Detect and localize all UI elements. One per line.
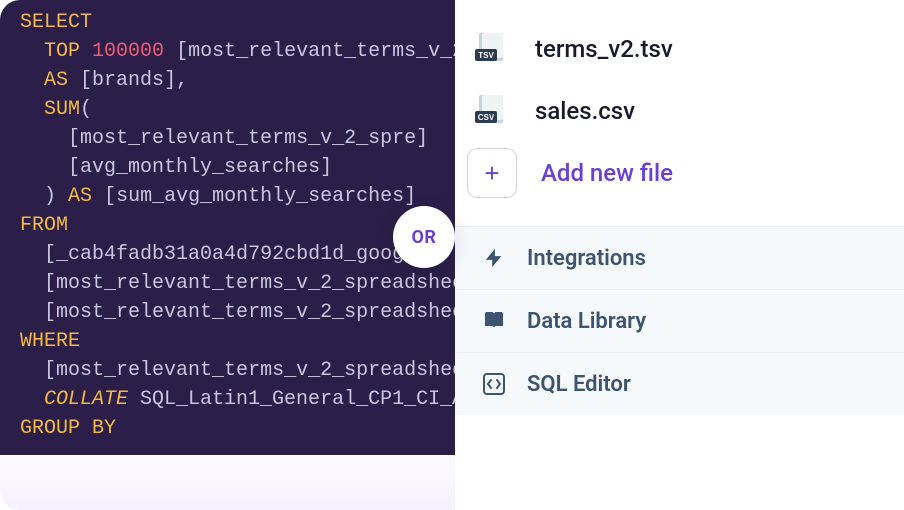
code-line: [avg_monthly_searches] (20, 153, 455, 182)
svg-text:CSV: CSV (478, 113, 495, 122)
nav-item-data-library[interactable]: Data Library (455, 290, 904, 353)
sql-editor-panel[interactable]: SELECT TOP 100000 [most_relevant_terms_v… (0, 0, 455, 455)
tsv-file-icon: TSV (475, 31, 511, 67)
code-line: FROM (20, 211, 455, 240)
code-line: WHERE (20, 327, 455, 356)
code-icon (481, 371, 507, 397)
nav-label: Integrations (527, 246, 646, 271)
nav-item-integrations[interactable]: Integrations (455, 227, 904, 290)
code-line: [most_relevant_terms_v_2_spreadsheet] (20, 298, 455, 327)
file-row[interactable]: TSV terms_v2.tsv (475, 18, 884, 80)
add-file-label: Add new file (541, 159, 673, 187)
code-line: [most_relevant_terms_v_2_spre] (20, 124, 455, 153)
code-line: [_cab4fadb31a0a4d792cbd1d_google] (20, 240, 455, 269)
file-name: terms_v2.tsv (535, 35, 673, 63)
code-line: COLLATE SQL_Latin1_General_CP1_CI_AS (20, 385, 455, 414)
side-panel: TSV terms_v2.tsv CSV sales.csv + Add new… (455, 0, 904, 510)
book-icon (481, 308, 507, 334)
plus-icon: + (484, 158, 499, 189)
code-line: SUM( (20, 95, 455, 124)
nav-label: Data Library (527, 309, 646, 334)
file-row[interactable]: CSV sales.csv (475, 80, 884, 142)
code-line: GROUP BY (20, 414, 455, 443)
nav-list: Integrations Data Library SQL Editor (455, 226, 904, 415)
code-line: [most_relevant_terms_v_2_spreadsheet] (20, 269, 455, 298)
nav-item-sql-editor[interactable]: SQL Editor (455, 353, 904, 415)
add-file-button[interactable]: + (467, 148, 517, 198)
csv-file-icon: CSV (475, 93, 511, 129)
file-name: sales.csv (535, 97, 635, 125)
nav-label: SQL Editor (527, 372, 631, 397)
add-file-row[interactable]: + Add new file (455, 142, 904, 204)
bolt-icon (481, 245, 507, 271)
app-container: SELECT TOP 100000 [most_relevant_terms_v… (0, 0, 904, 510)
code-line: SELECT (20, 8, 455, 37)
code-line: [most_relevant_terms_v_2_spreadsheet] (20, 356, 455, 385)
or-badge: OR (393, 206, 455, 268)
code-line: TOP 100000 [most_relevant_terms_v_2_spre… (20, 37, 455, 66)
code-line: AS [brands], (20, 66, 455, 95)
code-line: ) AS [sum_avg_monthly_searches] (20, 182, 455, 211)
or-label: OR (412, 227, 437, 248)
svg-text:TSV: TSV (478, 51, 494, 60)
file-list: TSV terms_v2.tsv CSV sales.csv (455, 18, 904, 142)
